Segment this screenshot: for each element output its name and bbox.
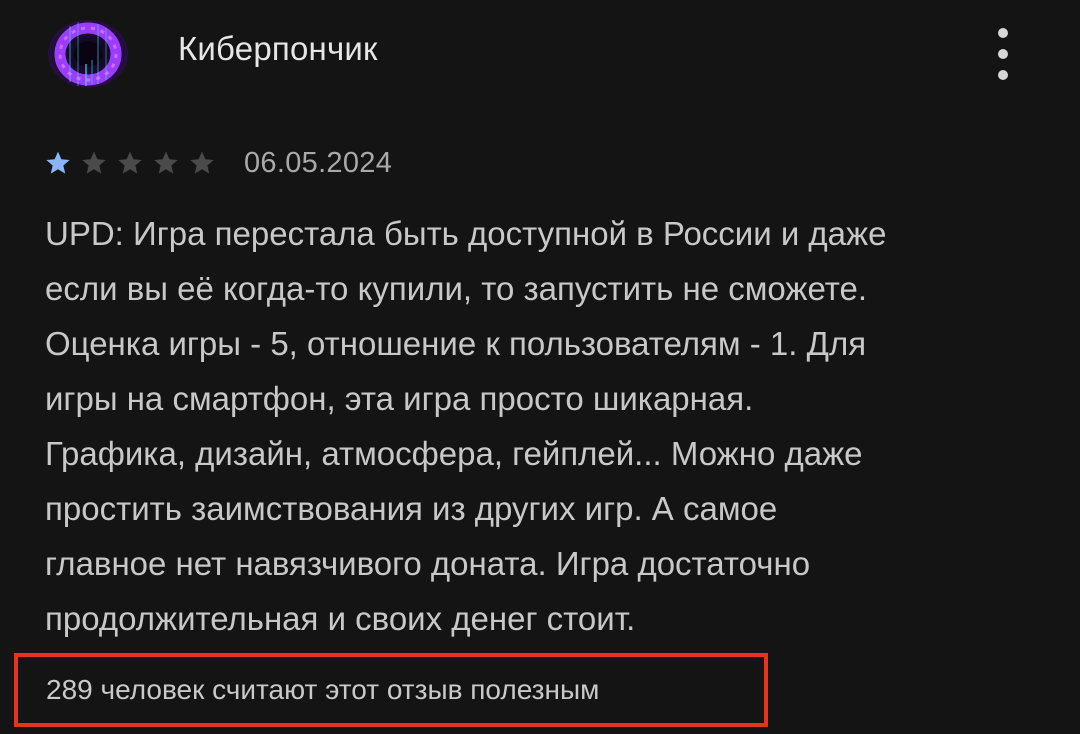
menu-dot — [998, 70, 1008, 80]
menu-dot — [998, 28, 1008, 38]
review-text: UPD: Игра перестала быть доступной в Рос… — [45, 215, 887, 637]
author-name: Киберпончик — [178, 30, 378, 67]
star-empty-icon — [82, 151, 106, 174]
menu-dot — [998, 49, 1008, 59]
avatar[interactable] — [48, 20, 128, 88]
star-empty-icon — [118, 151, 142, 174]
review-card: Киберпончик 06.05.2024 UPD: Игра переста… — [0, 0, 1080, 734]
star-empty-icon — [154, 151, 178, 174]
review-header: Киберпончик — [48, 20, 1038, 88]
avatar-icon — [48, 20, 128, 88]
rating-row: 06.05.2024 — [44, 143, 392, 183]
helpful-highlight-box: 289 человек считают этот отзыв полезным — [14, 653, 768, 727]
more-vert-icon[interactable] — [986, 28, 1020, 80]
star-rating — [44, 149, 224, 177]
review-date: 06.05.2024 — [244, 146, 393, 179]
star-filled-icon — [46, 151, 70, 174]
star-empty-icon — [190, 151, 214, 174]
helpful-count: 289 человек считают этот отзыв полезным — [46, 674, 600, 705]
